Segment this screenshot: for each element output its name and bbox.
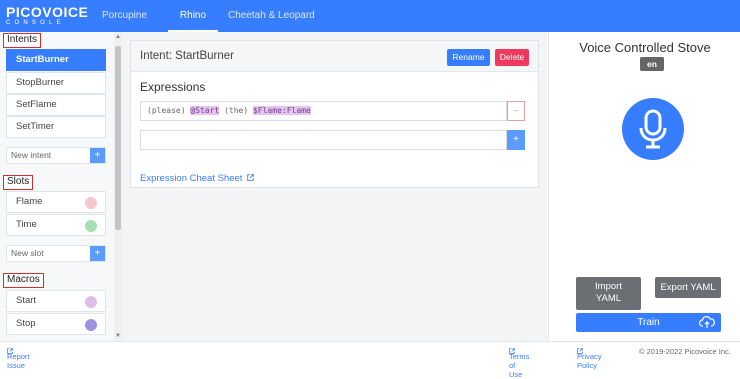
macro-color-dot	[85, 319, 97, 331]
slot-label: Time	[16, 219, 37, 230]
new-expression-input[interactable]	[140, 130, 507, 150]
intent-card-header: Intent: StartBurner Rename Delete	[131, 41, 538, 72]
add-slot-button[interactable]: +	[90, 246, 105, 261]
slot-label: Flame	[16, 196, 43, 207]
expression-slot-token: $Flame:Flame	[252, 106, 311, 115]
terms-label: Terms of Use	[509, 352, 530, 379]
macro-item-start[interactable]: Start	[6, 290, 106, 312]
intent-item-startburner[interactable]: StartBurner	[6, 49, 106, 71]
slot-item-time[interactable]: Time	[6, 214, 106, 236]
intents-section-title: Intents	[3, 33, 42, 48]
new-intent-placeholder: New intent	[11, 150, 52, 160]
picovoice-logo[interactable]: PICOVOICE CONSOLE	[6, 5, 88, 27]
tab-cheetah-leopard[interactable]: Cheetah & Leopard	[228, 0, 315, 32]
macro-item-stop[interactable]: Stop	[6, 313, 106, 335]
slot-color-dot	[85, 197, 97, 209]
intent-item-setflame[interactable]: SetFlame	[6, 94, 106, 116]
remove-expression-button[interactable]: –	[507, 101, 525, 121]
intent-title: Intent: StartBurner	[140, 50, 234, 62]
context-title: Voice Controlled Stove	[579, 40, 711, 55]
import-label-line2: YAML	[595, 293, 622, 304]
slot-color-dot	[85, 220, 97, 232]
train-label: Train	[637, 317, 660, 328]
microphone-button[interactable]	[622, 98, 684, 160]
report-issue-label: Report Issue	[7, 352, 30, 370]
macro-label: Stop	[16, 318, 36, 329]
cheat-sheet-label: Expression Cheat Sheet	[140, 173, 243, 184]
top-nav-bar: PICOVOICE CONSOLE Porcupine Rhino Cheeta…	[0, 0, 740, 32]
expressions-heading: Expressions	[140, 80, 206, 94]
new-slot-placeholder: New slot	[11, 248, 44, 258]
new-slot-input[interactable]: New slot +	[6, 245, 106, 262]
cheat-sheet-link[interactable]: Expression Cheat Sheet	[140, 173, 254, 184]
slots-section-title: Slots	[3, 175, 34, 190]
export-yaml-button[interactable]: Export YAML	[655, 277, 721, 298]
sidebar: Intents StartBurner StopBurner SetFlame …	[0, 32, 122, 341]
intent-card: Intent: StartBurner Rename Delete Expres…	[130, 40, 539, 188]
tab-rhino[interactable]: Rhino	[168, 0, 218, 32]
new-intent-input[interactable]: New intent +	[6, 147, 106, 164]
cloud-upload-icon	[699, 316, 715, 328]
logo-subtext: CONSOLE	[6, 20, 65, 26]
terms-link[interactable]: Terms of Use	[509, 347, 529, 379]
rename-button[interactable]: Rename	[447, 49, 490, 66]
copyright-text: © 2019-2022 Picovoice Inc.	[639, 347, 731, 356]
add-intent-button[interactable]: +	[90, 148, 105, 163]
footer: Report Issue Terms of Use Privacy Policy…	[0, 341, 740, 379]
privacy-link[interactable]: Privacy Policy	[577, 347, 602, 370]
macros-section-title: Macros	[3, 273, 44, 288]
add-expression-button[interactable]: +	[507, 130, 525, 150]
expression-macro-token: @Start	[190, 106, 220, 115]
expression-text: (please)	[147, 106, 191, 115]
intent-item-settimer[interactable]: SetTimer	[6, 116, 106, 138]
expression-text: (the)	[219, 106, 253, 115]
report-issue-link[interactable]: Report Issue	[7, 347, 30, 370]
context-panel: Voice Controlled Stove en Import YAML Ex…	[548, 32, 740, 341]
import-yaml-button[interactable]: Import YAML	[576, 277, 641, 310]
intent-item-stopburner[interactable]: StopBurner	[6, 72, 106, 94]
scroll-up-arrow-icon[interactable]: ▲	[114, 33, 122, 41]
scroll-down-arrow-icon[interactable]: ▼	[114, 332, 122, 340]
delete-button[interactable]: Delete	[495, 49, 529, 66]
macro-label: Start	[16, 295, 37, 306]
sidebar-scroll-thumb[interactable]	[115, 46, 121, 230]
language-badge: en	[640, 57, 664, 71]
tab-porcupine[interactable]: Porcupine	[102, 0, 147, 32]
slot-item-flame[interactable]: Flame	[6, 191, 106, 213]
external-link-icon	[247, 174, 254, 181]
train-button[interactable]: Train	[576, 313, 721, 332]
expression-field[interactable]: (please) @Start (the) $Flame:Flame	[140, 101, 507, 121]
privacy-label: Privacy Policy	[577, 352, 602, 370]
macro-color-dot	[85, 296, 97, 308]
microphone-icon	[639, 109, 667, 149]
logo-text: PICOVOICE	[6, 4, 89, 20]
import-label-line1: Import	[595, 281, 622, 292]
